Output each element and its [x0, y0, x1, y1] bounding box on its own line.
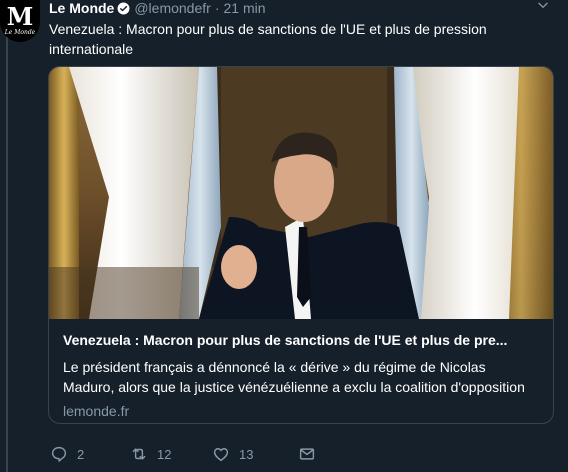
author-name[interactable]: Le Monde	[49, 0, 114, 16]
reply-button[interactable]: 2	[50, 445, 130, 463]
envelope-icon	[299, 448, 315, 460]
thread-line	[6, 0, 8, 472]
chevron-down-icon[interactable]	[536, 0, 550, 12]
reply-count: 2	[77, 446, 85, 462]
retweet-button[interactable]: 12	[130, 445, 212, 463]
reply-icon	[51, 446, 67, 462]
like-button[interactable]: 13	[212, 445, 298, 463]
retweet-icon	[132, 448, 146, 460]
card-description: Le président français a dénnoncé la « dé…	[63, 359, 525, 395]
card-title: Venezuela : Macron pour plus de sanction…	[63, 332, 508, 348]
avatar-logo-glyph: M	[6, 1, 34, 31]
verified-badge-icon	[117, 2, 130, 14]
tweet-text: Venezuela : Macron pour plus de sanction…	[49, 21, 487, 57]
author-handle[interactable]: @lemondefr	[134, 0, 210, 16]
meta-separator: ·	[214, 0, 220, 16]
tweet-timestamp[interactable]: 21 min	[223, 0, 265, 16]
tweet-actions: 2 12 13	[50, 444, 316, 464]
direct-message-button[interactable]	[298, 445, 316, 463]
link-card[interactable]: Venezuela : Macron pour plus de sanction…	[48, 66, 554, 424]
avatar-logo-text: Le Monde	[4, 28, 36, 36]
retweet-count: 12	[157, 446, 172, 462]
tweet-header: Le Monde @lemondefr · 21 min	[49, 0, 556, 16]
card-domain: lemonde.fr	[63, 403, 130, 419]
card-body: Venezuela : Macron pour plus de sanction…	[63, 331, 539, 421]
heart-icon	[213, 448, 229, 462]
avatar[interactable]: M Le Monde	[0, 0, 40, 42]
card-image	[49, 67, 553, 319]
like-count: 13	[239, 446, 254, 462]
